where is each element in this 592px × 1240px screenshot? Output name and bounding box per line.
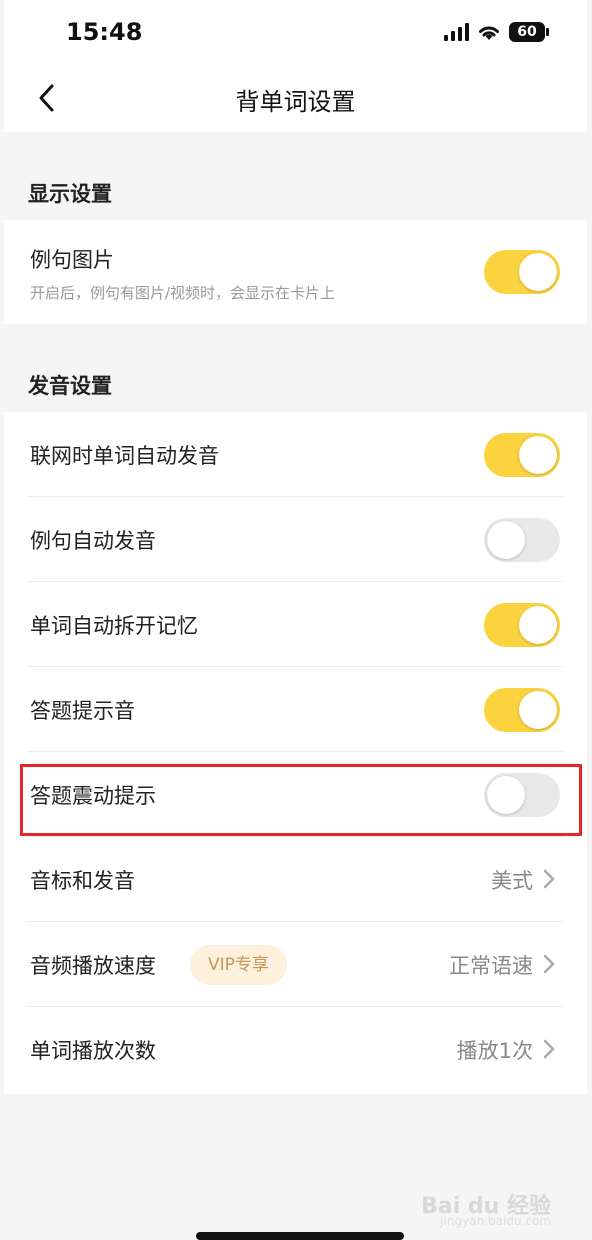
- home-indicator: [196, 1232, 404, 1240]
- battery-icon: 60: [509, 22, 549, 42]
- status-time: 15:48: [66, 18, 143, 46]
- wifi-icon: [479, 26, 499, 40]
- status-icons: 60: [444, 22, 549, 42]
- setting-description: 开启后，例句有图片/视频时，会显示在卡片上: [30, 284, 336, 302]
- chevron-right-icon: [543, 1039, 555, 1059]
- setting-label: 答题震动提示: [30, 784, 156, 808]
- setting-label: 联网时单词自动发音: [30, 444, 219, 468]
- answer-sound-toggle[interactable]: [484, 688, 560, 732]
- example-image-toggle[interactable]: [484, 250, 560, 294]
- word-split-memory-toggle[interactable]: [484, 603, 560, 647]
- watermark-url: jingyan.baidu.com: [440, 1214, 551, 1228]
- setting-label: 例句自动发音: [30, 529, 156, 553]
- setting-row-example-auto-pronounce: 例句自动发音: [28, 497, 563, 582]
- section-header-audio: 发音设置: [28, 374, 112, 398]
- setting-row-playback-speed[interactable]: 音频播放速度 VIP专享 正常语速: [28, 922, 563, 1007]
- screen: 15:48 60 背单词设置 显示设置 例句图片 开启后，例句有图片/视频时，会…: [4, 0, 587, 1240]
- setting-label: 音标和发音: [30, 869, 135, 893]
- setting-value: 美式: [491, 869, 533, 893]
- chevron-right-icon: [543, 954, 555, 974]
- setting-row-answer-vibration: 答题震动提示: [28, 752, 563, 837]
- nav-bar: 背单词设置: [4, 62, 587, 132]
- setting-row-example-image: 例句图片 开启后，例句有图片/视频时，会显示在卡片上: [28, 220, 563, 324]
- chevron-right-icon: [543, 869, 555, 889]
- section-header-display: 显示设置: [28, 182, 112, 206]
- setting-row-word-split-memory: 单词自动拆开记忆: [28, 582, 563, 667]
- answer-vibration-toggle[interactable]: [484, 773, 560, 817]
- vip-badge: VIP专享: [190, 945, 287, 985]
- example-auto-pronounce-toggle[interactable]: [484, 518, 560, 562]
- setting-label: 例句图片: [30, 248, 114, 272]
- setting-row-answer-sound: 答题提示音: [28, 667, 563, 752]
- setting-label: 音频播放速度: [30, 954, 156, 978]
- status-bar: 15:48 60: [4, 0, 587, 62]
- setting-label: 答题提示音: [30, 699, 135, 723]
- setting-value: 正常语速: [449, 954, 533, 978]
- setting-row-phonetic[interactable]: 音标和发音 美式: [28, 837, 563, 922]
- audio-settings-card: 联网时单词自动发音 例句自动发音 单词自动拆开记忆 答题提示音 答题震动提示 音…: [4, 412, 587, 1094]
- setting-label: 单词播放次数: [30, 1039, 156, 1063]
- setting-value: 播放1次: [456, 1039, 533, 1063]
- setting-row-play-count[interactable]: 单词播放次数 播放1次: [28, 1007, 563, 1092]
- setting-row-auto-pronounce-online: 联网时单词自动发音: [28, 412, 563, 497]
- page-title: 背单词设置: [235, 88, 356, 116]
- setting-label: 单词自动拆开记忆: [30, 614, 198, 638]
- auto-pronounce-online-toggle[interactable]: [484, 433, 560, 477]
- cellular-signal-icon: [444, 23, 469, 41]
- display-settings-card: 例句图片 开启后，例句有图片/视频时，会显示在卡片上: [4, 220, 587, 324]
